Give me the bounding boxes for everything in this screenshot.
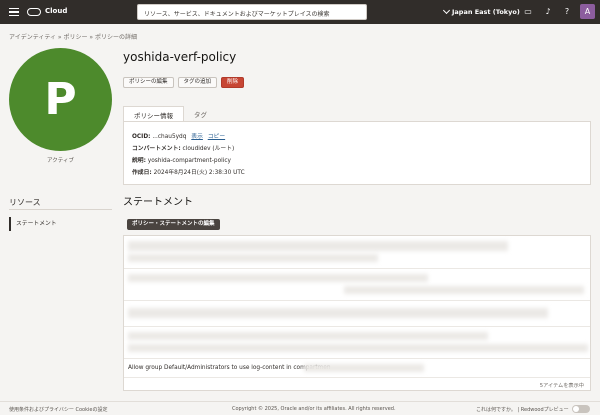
copyright: Copyright © 2025, Oracle and/or its affi…: [232, 406, 396, 412]
help-icon[interactable]: ?: [562, 7, 572, 17]
edit-statements-button[interactable]: ポリシー・ステートメントの編集: [127, 219, 220, 230]
redwood-preview-toggle[interactable]: [572, 405, 590, 413]
search-input[interactable]: リソース、サービス、ドキュメントおよびマーケットプレイスの検索: [137, 4, 367, 20]
item-count: 5アイテムを表示中: [539, 383, 584, 389]
brand-name: Cloud: [45, 7, 68, 15]
ocid-show-link[interactable]: 表示: [191, 134, 203, 140]
policy-info-panel: OCID: ...chau5ydq 表示 コピー コンパートメント: cloud…: [123, 121, 591, 185]
compartment-row: コンパートメント: cloudidev (ルート): [132, 143, 234, 152]
sidebar-item-statements[interactable]: ステートメント: [9, 217, 112, 231]
footer: 使用条件およびプライバシー Cookieの設定 Copyright © 2025…: [0, 401, 600, 415]
description-row: 説明: yoshida-compartment-policy: [132, 155, 231, 164]
edit-policy-button[interactable]: ポリシーの編集: [123, 77, 174, 88]
redacted-statement: [344, 286, 584, 294]
ocid-copy-link[interactable]: コピー: [208, 134, 225, 140]
redacted-statement: [304, 364, 424, 372]
row-divider: [124, 358, 590, 359]
redacted-statement: [128, 332, 488, 340]
created-row: 作成日: 2024年8月24日(火) 2:38:30 UTC: [132, 167, 245, 176]
cloud-shell-icon[interactable]: ▭: [523, 7, 533, 17]
compartment-value: cloudidev (ルート): [182, 146, 235, 152]
description-label: 説明:: [132, 158, 146, 164]
row-divider: [124, 268, 590, 269]
statement-text: Allow group Default/Administrators to us…: [128, 365, 331, 371]
redacted-statement: [128, 241, 508, 251]
description-value: yoshida-compartment-policy: [147, 158, 231, 164]
ocid-row: OCID: ...chau5ydq 表示 コピー: [132, 131, 225, 140]
oracle-logo-icon[interactable]: [27, 8, 41, 16]
breadcrumb[interactable]: アイデンティティ » ポリシー » ポリシーの詳細: [9, 32, 137, 41]
add-tag-button[interactable]: タグの追加: [177, 77, 218, 88]
region-selector[interactable]: Japan East (Tokyo): [442, 6, 520, 16]
statements-list: Allow group Default/Administrators to us…: [123, 235, 591, 391]
row-divider: [124, 377, 590, 378]
created-value: 2024年8月24日(火) 2:38:30 UTC: [153, 170, 245, 176]
row-divider: [124, 300, 590, 301]
redwood-preview-label[interactable]: これは何ですか。 | Redwoodプレビュー: [476, 406, 569, 413]
created-label: 作成日:: [132, 170, 152, 176]
status-label: アクティブ: [47, 158, 74, 164]
user-avatar[interactable]: A: [580, 4, 595, 19]
menu-icon[interactable]: [9, 8, 19, 17]
footer-links[interactable]: 使用条件およびプライバシー Cookieの設定: [9, 406, 107, 413]
redacted-statement: [128, 274, 428, 282]
resources-heading: リソース: [9, 198, 41, 207]
compartment-label: コンパートメント:: [132, 146, 181, 152]
divider: [9, 209, 112, 210]
top-navigation-bar: Cloud リソース、サービス、ドキュメントおよびマーケットプレイスの検索 Ja…: [0, 0, 600, 24]
section-title: ステートメント: [123, 197, 193, 208]
tab-policy-info[interactable]: ポリシー情報: [123, 106, 184, 121]
row-divider: [124, 326, 590, 327]
ocid-value: ...chau5ydq: [152, 134, 187, 140]
redacted-statement: [128, 254, 378, 262]
redacted-statement: [128, 308, 548, 318]
tab-bar: ポリシー情報 タグ: [123, 106, 217, 121]
notification-bell-icon[interactable]: ♪: [543, 7, 553, 17]
delete-button[interactable]: 削除: [221, 77, 245, 88]
action-buttons: ポリシーの編集 タグの追加 削除: [123, 77, 245, 88]
policy-avatar: P: [9, 48, 112, 151]
chevron-down-icon: [442, 6, 451, 15]
page-title: yoshida-verf-policy: [123, 50, 237, 64]
redacted-statement: [128, 344, 588, 352]
tab-tags[interactable]: タグ: [184, 106, 217, 121]
ocid-label: OCID:: [132, 134, 151, 140]
region-label: Japan East (Tokyo): [452, 8, 520, 16]
